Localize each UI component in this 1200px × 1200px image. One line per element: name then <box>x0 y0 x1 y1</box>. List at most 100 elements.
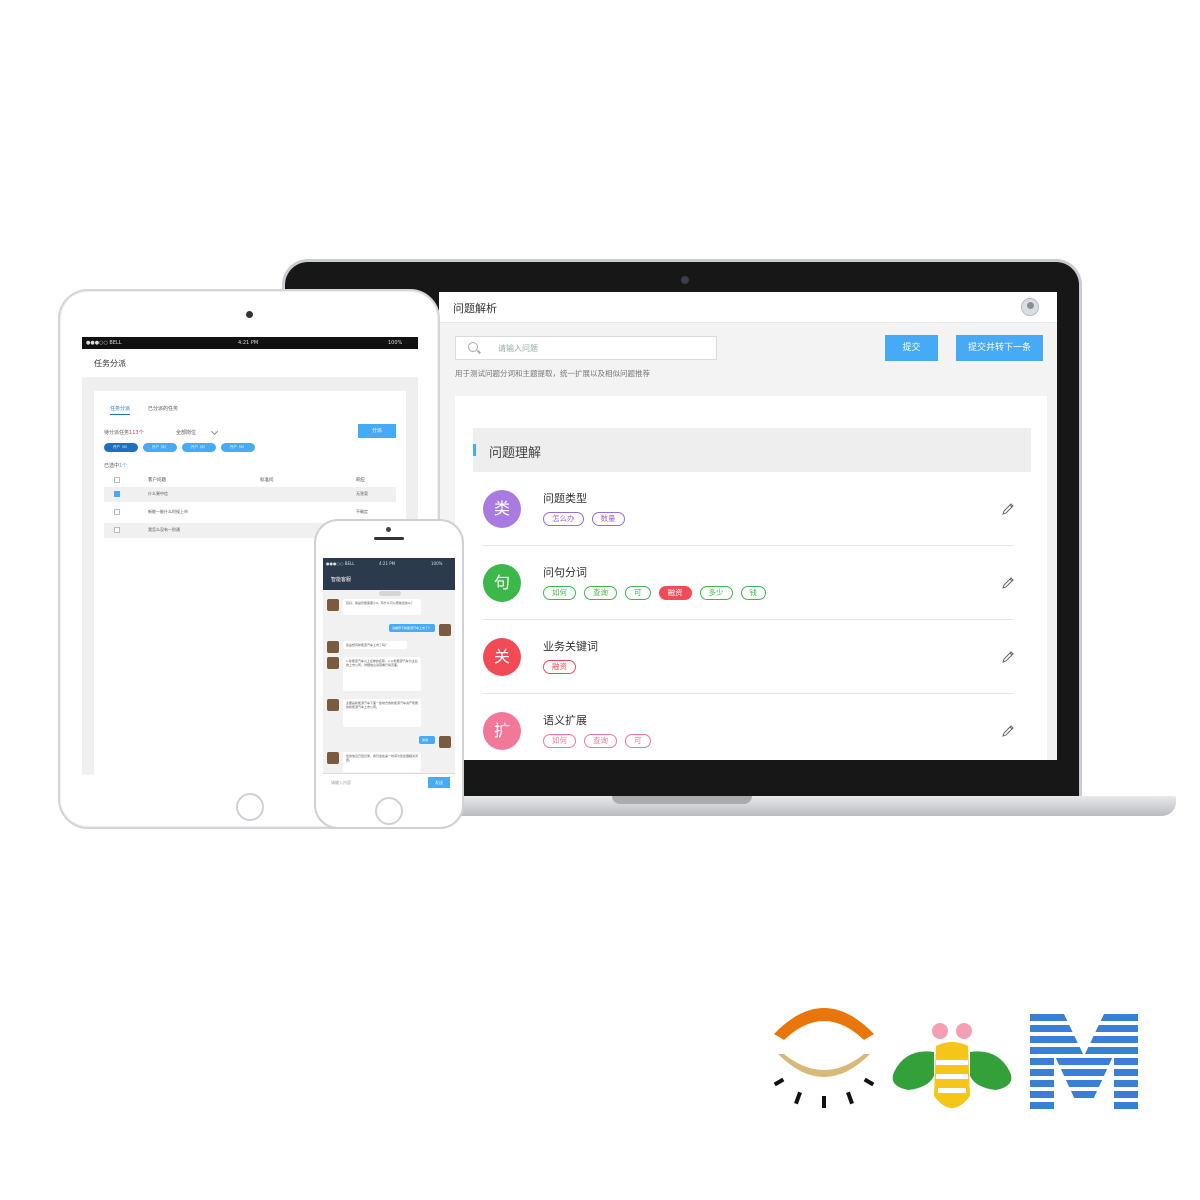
home-button[interactable] <box>375 797 403 825</box>
page-title: 问题解析 <box>453 302 497 315</box>
edit-pencil-icon[interactable] <box>1001 502 1015 516</box>
bee-stripe <box>936 1074 968 1079</box>
nav-title: 智能客服 <box>331 577 352 583</box>
chat-timestamp <box>379 591 401 596</box>
assign-button[interactable]: 分派 <box>358 424 396 438</box>
keyword-tag[interactable]: 多少 <box>699 586 733 600</box>
analysis-row: 关 业务关键词 融资 <box>483 620 1015 694</box>
category-chip[interactable]: 开户（8） <box>104 443 138 452</box>
keyword-tag[interactable]: 可 <box>625 586 651 600</box>
home-button[interactable] <box>236 793 264 821</box>
row-checkbox[interactable] <box>114 527 120 533</box>
chevron-down-icon[interactable] <box>210 427 219 436</box>
row-title: 语义扩展 <box>543 714 587 727</box>
keyword-tag[interactable]: 查询 <box>584 586 617 600</box>
eye-brow-shape <box>774 1008 874 1040</box>
row-badge-icon: 扩 <box>483 712 521 750</box>
header-question: 客户问题 <box>148 478 166 483</box>
row-title: 问题类型 <box>543 492 587 505</box>
select-all-checkbox[interactable] <box>114 477 120 483</box>
category-chip[interactable]: 开户（8） <box>143 443 177 452</box>
pending-count: 待分派任务113个 <box>104 429 144 436</box>
analysis-card: 问题理解 类问题类型 怎么办 数量句问句分词 如何 查询可融资 多少钱关业务关键词 融资扩语… <box>455 396 1047 760</box>
table-row[interactable]: 什么果中信 无答案 <box>104 487 396 502</box>
header-standard: 标准问 <box>260 478 274 483</box>
row-badge-icon: 类 <box>483 490 521 528</box>
status-bar: ●●●○○ BELL 4:21 PM 100% <box>323 558 455 568</box>
m-stripe <box>1030 1025 1138 1032</box>
status-carrier: ●●●○○ BELL <box>326 561 355 566</box>
phone-screen: ●●●○○ BELL 4:21 PM 100% 智能客服 您好，我是智能客服小S… <box>323 558 455 791</box>
m-stripe <box>1030 1036 1138 1043</box>
m-stripe <box>1030 1014 1138 1021</box>
status-carrier: ●●●○○ BELL <box>86 340 122 346</box>
submit-next-button[interactable]: 提交并转下一条 <box>956 335 1043 361</box>
user-avatar[interactable] <box>1021 298 1039 316</box>
edit-pencil-icon[interactable] <box>1001 650 1015 664</box>
row-question: 新能一能什么时候上市 <box>148 509 188 514</box>
row-tags: 怎么办 数量 <box>543 512 625 526</box>
analysis-row: 扩 语义扩展如何 查询可 <box>483 694 1015 760</box>
analysis-row: 句 问句分词 如何 查询可融资 多少钱 <box>483 546 1015 620</box>
submit-button[interactable]: 提交 <box>885 335 938 361</box>
table-row[interactable]: 新能一能什么时候上市 不确定 <box>104 505 396 520</box>
keyword-tag[interactable]: 钱 <box>740 586 766 600</box>
status-time: 4:21 PM <box>379 561 396 566</box>
keyword-tag[interactable]: 怎么办 <box>543 512 584 526</box>
tablet-camera <box>246 311 253 318</box>
edit-pencil-icon[interactable] <box>1001 724 1015 738</box>
position-select[interactable]: 全部岗位 <box>176 429 196 436</box>
pending-prefix: 待分派任务 <box>104 430 130 436</box>
chat-avatar <box>327 752 339 764</box>
chat-input[interactable]: 请输入内容 发送 <box>323 773 455 791</box>
keyword-tag[interactable]: 数量 <box>591 512 625 526</box>
chat-avatar <box>327 657 339 669</box>
edit-pencil-icon[interactable] <box>1001 576 1015 590</box>
category-chip[interactable]: 开户（8） <box>182 443 216 452</box>
row-checkbox[interactable] <box>114 509 120 515</box>
laptop-screen: 问题解析 请输入问题 提交 提交并转下一条 用于测试问题分词和主题提取，统一扩展… <box>439 292 1057 760</box>
m-stripe <box>1030 1102 1138 1109</box>
category-chip[interactable]: 开户（8） <box>221 443 255 452</box>
laptop-notch <box>612 796 752 804</box>
m-letter <box>1030 1014 1138 1109</box>
keyword-tag[interactable]: 融资 <box>543 660 576 674</box>
header-response: 响应 <box>356 478 365 483</box>
phone-mockup: ●●●○○ BELL 4:21 PM 100% 智能客服 您好，我是智能客服小S… <box>314 519 464 829</box>
row-tags: 融资 <box>543 660 576 674</box>
keyword-tag[interactable]: 可 <box>625 734 651 748</box>
chat-bubble: 您好，我是智能客服小S，有什么可以帮助您的么？ <box>343 599 421 615</box>
keyword-tag[interactable]: 如何 <box>543 734 576 748</box>
phone-camera <box>386 527 391 532</box>
keyword-tag[interactable]: 如何 <box>543 586 576 600</box>
keyword-tag[interactable]: 融资 <box>658 586 692 600</box>
chat-bubble: 请推荐下新能源汽车上市了？ <box>389 624 435 632</box>
chat-nav: 智能客服 <box>323 568 455 590</box>
selected-number: 1个 <box>119 463 128 469</box>
search-input[interactable]: 请输入问题 <box>455 336 717 360</box>
chat-bubble: 主要是新能源汽车下面一些地方的新能源汽车资产所属的新能源汽车上市公司。 <box>343 699 421 727</box>
row-checkbox[interactable] <box>114 491 120 497</box>
chat-avatar <box>327 641 339 653</box>
row-question: 什么果中信 <box>148 491 168 496</box>
tab-assigned[interactable]: 已分派的任务 <box>148 405 178 412</box>
selected-count: 已选中1个 <box>104 462 127 469</box>
eyelash <box>794 1091 802 1105</box>
nav-title: 任务分派 <box>94 359 126 368</box>
app-header: 问题解析 <box>439 292 1057 323</box>
pending-suffix: 个 <box>138 430 144 436</box>
m-stripe <box>1030 1069 1138 1076</box>
input-placeholder: 请输入内容 <box>331 780 351 785</box>
bee-eye <box>932 1023 948 1039</box>
row-title: 业务关键词 <box>543 640 598 653</box>
keyword-tag[interactable]: 查询 <box>584 734 617 748</box>
row-answer: 不确定 <box>356 509 368 514</box>
tab-assign[interactable]: 任务分派 <box>110 405 131 415</box>
search-placeholder: 请输入问题 <box>498 344 538 353</box>
m-stripe <box>1030 1091 1138 1098</box>
send-button[interactable]: 发送 <box>428 777 450 788</box>
chat-bubble: 谢谢 <box>419 736 435 744</box>
phone-speaker <box>374 537 404 540</box>
eyelash <box>822 1096 826 1108</box>
m-stripe <box>1030 1047 1138 1054</box>
